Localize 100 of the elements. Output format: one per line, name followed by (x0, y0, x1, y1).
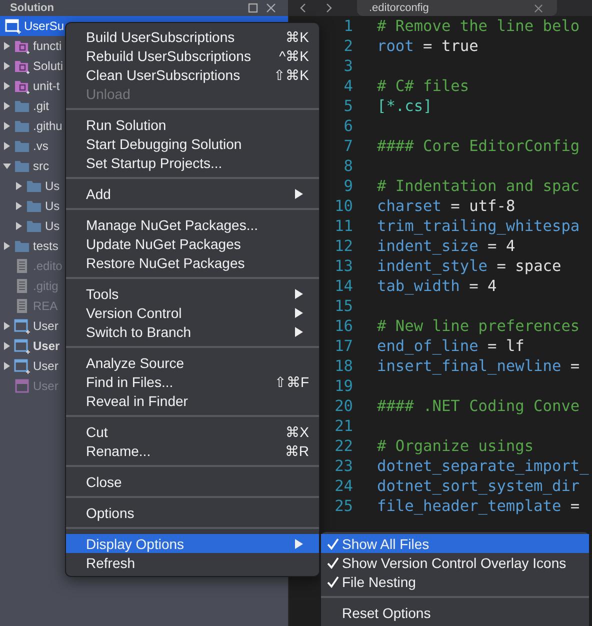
line-number: 8 (344, 157, 353, 175)
code-line: #### Core EditorConfig (376, 137, 580, 155)
menu-item[interactable]: File Nesting (321, 572, 589, 591)
code-line: end_of_line = lf (376, 337, 524, 355)
line-number: 12 (334, 237, 353, 255)
line-number: 3 (344, 57, 353, 75)
expand-arrow-icon[interactable] (15, 222, 23, 230)
line-number: 16 (334, 317, 353, 335)
file-icon (14, 298, 30, 314)
menu-item[interactable]: Close (66, 472, 319, 491)
file-icon (14, 258, 30, 274)
tree-item[interactable]: User (33, 339, 60, 353)
tree-item[interactable]: UserSu (24, 19, 64, 33)
menu-item[interactable]: Display Options (66, 534, 319, 553)
tree-item[interactable]: Us (45, 219, 60, 233)
expand-arrow-icon[interactable] (3, 162, 11, 170)
pad-title: Solution (10, 2, 55, 14)
tree-item[interactable]: Us (45, 179, 60, 193)
line-number: 14 (334, 277, 353, 295)
project-icon (14, 318, 30, 334)
code-line: # Indentation and spac (376, 177, 580, 195)
expand-arrow-icon[interactable] (3, 142, 11, 150)
menu-item[interactable]: Clean UserSubscriptions ⇧⌘K (66, 65, 319, 84)
tree-item[interactable]: Us (45, 199, 60, 213)
menu-item[interactable]: Cut ⌘X (66, 422, 319, 441)
code-line: indent_style = space (376, 257, 562, 275)
tree-item[interactable]: functi (33, 39, 62, 53)
menu-item[interactable]: Reveal in Finder (66, 391, 319, 410)
menu-item[interactable]: Show Version Control Overlay Icons (321, 553, 589, 572)
tree-item[interactable]: .git (33, 99, 50, 113)
code-line: tab_width = 4 (376, 277, 497, 295)
expand-arrow-icon[interactable] (3, 322, 11, 330)
close-icon[interactable] (534, 4, 543, 12)
expand-arrow-icon[interactable] (3, 62, 11, 70)
menu-item[interactable]: Add (66, 184, 319, 203)
back-icon[interactable] (299, 3, 307, 13)
code-line: dotnet_sort_system_dir (376, 477, 580, 495)
shortcut-label: ^⌘K (279, 48, 309, 64)
line-number: 17 (334, 337, 353, 355)
code-line: charset = utf-8 (376, 197, 516, 215)
menu-item[interactable]: Find in Files... ⇧⌘F (66, 372, 319, 391)
expand-arrow-icon[interactable] (3, 342, 11, 350)
menu-item[interactable]: Rebuild UserSubscriptions ^⌘K (66, 46, 319, 65)
project-folder-icon (14, 58, 30, 74)
file-icon (14, 278, 30, 294)
code-line: root = true (376, 37, 478, 55)
line-number: 10 (334, 197, 353, 215)
menu-item[interactable]: Tools (66, 284, 319, 303)
shortcut-label: ⌘R (284, 442, 309, 458)
expand-arrow-icon[interactable] (15, 182, 23, 190)
tree-item[interactable]: tests (33, 239, 58, 253)
expand-arrow-icon[interactable] (3, 42, 11, 50)
shortcut-label: ⇧⌘F (274, 374, 309, 390)
menu-item[interactable]: Update NuGet Packages (66, 234, 319, 253)
line-number: 5 (344, 97, 353, 115)
line-number: 19 (334, 377, 353, 395)
menu-item[interactable]: Restore NuGet Packages (66, 253, 319, 272)
tree-item[interactable]: .vs (33, 139, 48, 153)
tree-item[interactable]: User (33, 319, 58, 333)
menu-item[interactable]: Rename... ⌘R (66, 441, 319, 460)
menu-item[interactable]: Run Solution (66, 115, 319, 134)
expand-arrow-icon[interactable] (15, 202, 23, 210)
close-icon[interactable] (266, 3, 276, 13)
tree-item[interactable]: Soluti (33, 59, 64, 73)
line-number: 24 (334, 477, 353, 495)
expand-arrow-icon[interactable] (3, 102, 11, 110)
editor-tab[interactable]: .editorconfig (357, 0, 557, 16)
line-number: 20 (334, 397, 353, 415)
project-folder-icon (14, 38, 30, 54)
forward-icon[interactable] (325, 3, 333, 13)
tree-item[interactable]: unit-t (33, 79, 60, 93)
expand-arrow-icon[interactable] (3, 82, 11, 90)
menu-item[interactable]: Build UserSubscriptions ⌘K (66, 27, 319, 46)
restore-icon[interactable] (248, 3, 258, 13)
tree-item[interactable]: src (33, 159, 49, 173)
menu-item[interactable]: Switch to Branch (66, 322, 319, 341)
expand-arrow-icon[interactable] (3, 242, 11, 250)
menu-item[interactable]: Options (66, 503, 319, 522)
folder-icon (14, 158, 30, 174)
menu-item[interactable]: Refresh (66, 553, 319, 572)
folder-icon (14, 98, 30, 114)
code-line: #### .NET Coding Conve (376, 397, 580, 415)
expand-arrow-icon[interactable] (3, 122, 11, 130)
expand-arrow-icon[interactable] (3, 362, 11, 370)
shortcut-label: ⇧⌘K (274, 66, 309, 82)
line-number: 2 (344, 37, 353, 55)
menu-item[interactable]: Start Debugging Solution (66, 134, 319, 153)
tree-item[interactable]: User (33, 359, 58, 373)
menu-item[interactable]: Show All Files (321, 534, 589, 553)
folder-icon (26, 198, 42, 214)
menu-item[interactable]: Set Startup Projects... (66, 153, 319, 172)
tree-item[interactable]: .githu (33, 119, 62, 133)
line-number: 6 (344, 117, 353, 135)
line-number: 1 (344, 17, 353, 35)
menu-item[interactable]: Version Control (66, 303, 319, 322)
folder-icon (14, 138, 30, 154)
menu-item[interactable]: Analyze Source (66, 353, 319, 372)
code-line: insert_final_newline = (376, 357, 580, 375)
menu-item[interactable]: Reset Options (321, 603, 589, 622)
menu-item[interactable]: Manage NuGet Packages... (66, 215, 319, 234)
